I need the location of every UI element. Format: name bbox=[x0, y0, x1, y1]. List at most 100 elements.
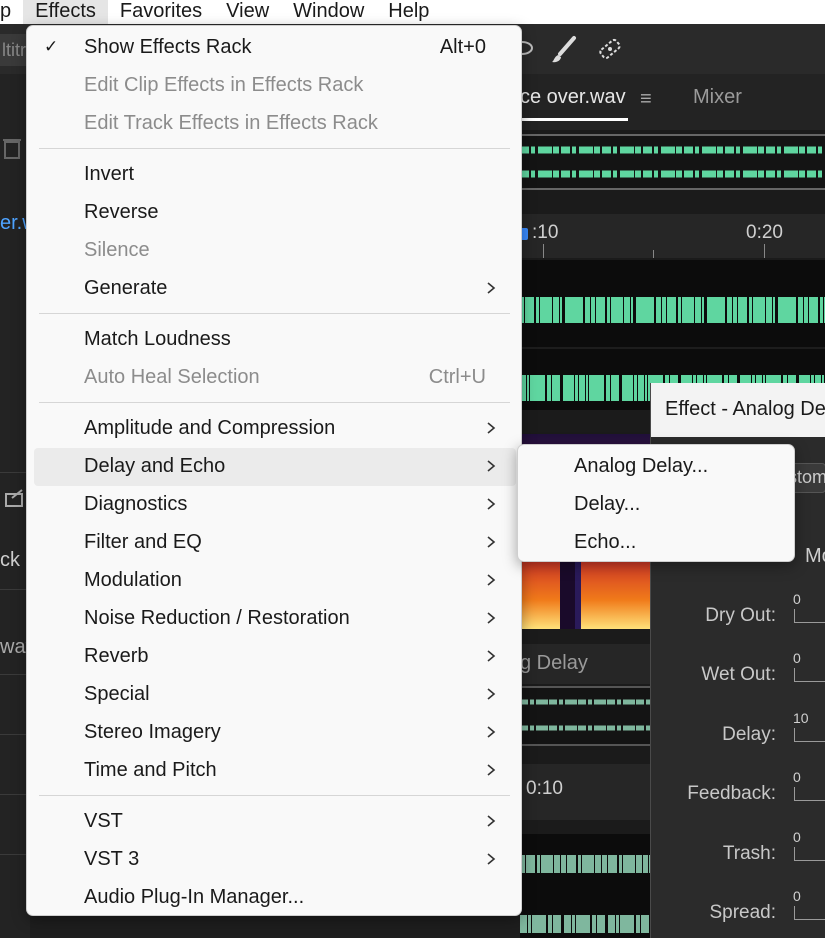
active-tab-indicator bbox=[520, 118, 628, 121]
menu-item-match-loudness[interactable]: Match Loudness bbox=[34, 321, 516, 359]
menu-item-label: VST 3 bbox=[84, 848, 140, 870]
track-name-fragment: g Delay bbox=[520, 652, 588, 674]
menu-item-label: Amplitude and Compression bbox=[84, 417, 336, 439]
track-subheader: g Delay bbox=[520, 644, 655, 684]
menu-item-label: Stereo Imagery bbox=[84, 721, 221, 743]
menu-item-label: Edit Clip Effects in Effects Rack bbox=[84, 74, 364, 96]
menu-item-vst[interactable]: VST bbox=[34, 803, 516, 841]
chevron-right-icon bbox=[487, 422, 496, 434]
menu-window[interactable]: Window bbox=[281, 0, 376, 24]
menu-item-show-effects-rack[interactable]: ✓ Show Effects Rack Alt+0 bbox=[34, 29, 516, 67]
menu-separator bbox=[39, 313, 510, 314]
dry-out-label: Dry Out: bbox=[705, 605, 776, 626]
effect-dialog-title[interactable]: Effect - Analog De bbox=[651, 383, 825, 437]
menu-item-vst3[interactable]: VST 3 bbox=[34, 841, 516, 879]
feedback-label: Feedback: bbox=[687, 783, 776, 804]
chevron-right-icon bbox=[487, 650, 496, 662]
menu-item-reverb[interactable]: Reverb bbox=[34, 638, 516, 676]
chevron-right-icon bbox=[487, 574, 496, 586]
ruler2-label-10: 0:10 bbox=[526, 778, 563, 799]
menu-item-stereo-imagery[interactable]: Stereo Imagery bbox=[34, 714, 516, 752]
chevron-right-icon bbox=[487, 536, 496, 548]
ruler-label-10: :10 bbox=[532, 222, 559, 243]
effects-menu: ✓ Show Effects Rack Alt+0 Edit Clip Effe… bbox=[26, 25, 522, 916]
menu-item-modulation[interactable]: Modulation bbox=[34, 562, 516, 600]
menu-item-label: Match Loudness bbox=[84, 328, 231, 350]
menu-item-label: Noise Reduction / Restoration bbox=[84, 607, 350, 629]
menu-item-diagnostics[interactable]: Diagnostics bbox=[34, 486, 516, 524]
menu-item-shortcut: Alt+0 bbox=[439, 36, 486, 58]
menu-item-label: Filter and EQ bbox=[84, 531, 202, 553]
brush-icon[interactable] bbox=[548, 34, 580, 66]
spot-healing-icon[interactable] bbox=[594, 34, 626, 66]
overview-wave bbox=[520, 146, 825, 178]
menu-item-label: Diagnostics bbox=[84, 493, 188, 515]
menu-view[interactable]: View bbox=[214, 0, 281, 24]
menu-effects[interactable]: Effects bbox=[23, 0, 108, 24]
menu-item-label: Auto Heal Selection bbox=[84, 366, 260, 388]
menu-item-label: Invert bbox=[84, 163, 135, 185]
chevron-right-icon bbox=[487, 815, 496, 827]
menu-item-reverse[interactable]: Reverse bbox=[34, 194, 516, 232]
menu-item-edit-clip-effects: Edit Clip Effects in Effects Rack bbox=[34, 67, 516, 105]
menu-item-label: Reverse bbox=[84, 201, 159, 223]
delay-label: Delay: bbox=[722, 724, 776, 745]
menu-item-silence: Silence bbox=[34, 232, 516, 270]
ruler-label-20: 0:20 bbox=[746, 222, 783, 243]
param-trash: Trash: 0 bbox=[651, 829, 825, 875]
editor-tabbar: ce over.wav ≡ Mixer bbox=[520, 74, 825, 130]
menu-item-invert[interactable]: Invert bbox=[34, 156, 516, 194]
chevron-right-icon bbox=[487, 764, 496, 776]
menu-item-auto-heal: Auto Heal Selection Ctrl+U bbox=[34, 359, 516, 397]
menu-favorites[interactable]: Favorites bbox=[108, 0, 214, 24]
submenu-item-delay[interactable]: Delay... bbox=[524, 486, 790, 524]
delay-slider[interactable] bbox=[794, 728, 825, 742]
chevron-right-icon bbox=[487, 853, 496, 865]
delay-echo-submenu: Analog Delay... Delay... Echo... bbox=[517, 444, 795, 562]
tab-mixer[interactable]: Mixer bbox=[693, 86, 742, 109]
menu-item-label: Edit Track Effects in Effects Rack bbox=[84, 112, 378, 134]
second-time-ruler: 0:10 bbox=[520, 764, 655, 820]
feedback-slider[interactable] bbox=[794, 787, 825, 801]
tab-voice-over[interactable]: ce over.wav bbox=[520, 86, 626, 109]
wet-out-label: Wet Out: bbox=[701, 664, 776, 685]
dry-out-slider[interactable] bbox=[794, 609, 825, 623]
track-label-fragment: ck bbox=[0, 549, 20, 571]
menu-item-amplitude-compression[interactable]: Amplitude and Compression bbox=[34, 410, 516, 448]
overview-waveform bbox=[520, 134, 825, 190]
submenu-item-analog-delay[interactable]: Analog Delay... bbox=[524, 448, 790, 486]
chevron-right-icon bbox=[487, 460, 496, 472]
second-overview bbox=[520, 686, 655, 746]
menu-item-label: Audio Plug-In Manager... bbox=[84, 886, 305, 908]
second-overview-wave bbox=[520, 699, 655, 731]
menu-help[interactable]: Help bbox=[376, 0, 441, 24]
menu-item-label: Reverb bbox=[84, 645, 149, 667]
chevron-right-icon bbox=[487, 688, 496, 700]
menu-clip[interactable]: p bbox=[0, 0, 23, 24]
spread-slider[interactable] bbox=[794, 906, 825, 920]
menu-item-label: VST bbox=[84, 810, 123, 832]
chevron-right-icon bbox=[487, 498, 496, 510]
menu-item-delay-echo[interactable]: Delay and Echo bbox=[34, 448, 516, 486]
tab-menu-icon[interactable]: ≡ bbox=[640, 88, 652, 111]
param-delay: Delay: 10 bbox=[651, 710, 825, 756]
param-feedback: Feedback: 0 bbox=[651, 769, 825, 815]
submenu-item-label: Delay... bbox=[574, 493, 641, 515]
menu-separator bbox=[39, 795, 510, 796]
menu-item-special[interactable]: Special bbox=[34, 676, 516, 714]
export-icon[interactable] bbox=[4, 486, 26, 508]
menu-item-time-pitch[interactable]: Time and Pitch bbox=[34, 752, 516, 790]
trash-slider[interactable] bbox=[794, 847, 825, 861]
menu-item-filter-eq[interactable]: Filter and EQ bbox=[34, 524, 516, 562]
menu-item-noise-reduction[interactable]: Noise Reduction / Restoration bbox=[34, 600, 516, 638]
trash-icon[interactable] bbox=[2, 136, 22, 160]
menu-bar: p Effects Favorites View Window Help bbox=[0, 0, 825, 24]
menu-item-generate[interactable]: Generate bbox=[34, 270, 516, 308]
menu-item-edit-track-effects: Edit Track Effects in Effects Rack bbox=[34, 105, 516, 143]
submenu-item-echo[interactable]: Echo... bbox=[524, 524, 790, 562]
spread-label: Spread: bbox=[709, 902, 776, 923]
menu-item-plugin-manager[interactable]: Audio Plug-In Manager... bbox=[34, 879, 516, 917]
wet-out-slider[interactable] bbox=[794, 668, 825, 682]
chevron-right-icon bbox=[487, 612, 496, 624]
param-dry-out: Dry Out: 0 bbox=[651, 591, 825, 637]
